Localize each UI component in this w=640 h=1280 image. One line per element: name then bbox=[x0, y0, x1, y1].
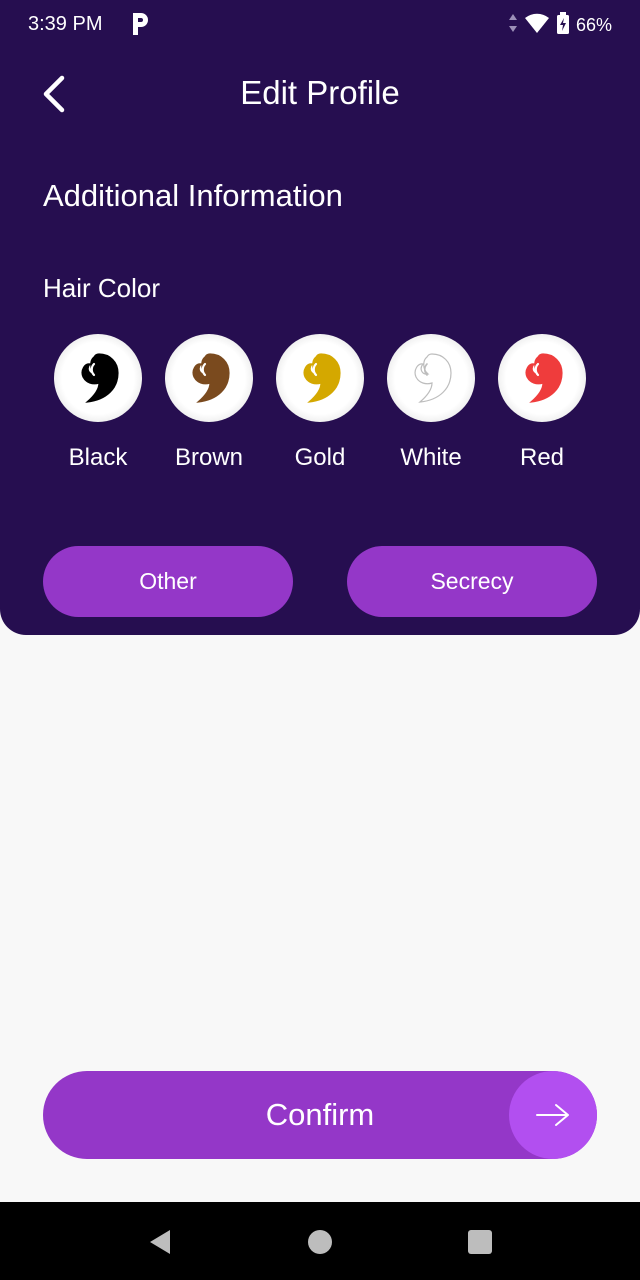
hair-color-swatch[interactable] bbox=[165, 334, 253, 422]
hair-icon bbox=[192, 353, 230, 403]
hair-color-option-brown[interactable]: Brown bbox=[164, 334, 254, 472]
nav-back-icon[interactable] bbox=[140, 1222, 180, 1262]
battery-charging-icon bbox=[556, 12, 570, 39]
hair-icon bbox=[525, 353, 563, 403]
hair-color-label: Hair Color bbox=[43, 273, 161, 303]
hair-icon bbox=[303, 353, 341, 403]
section-title: Additional Information bbox=[43, 178, 343, 213]
hair-icon bbox=[81, 353, 119, 403]
hair-color-swatch[interactable] bbox=[387, 334, 475, 422]
hair-color-option-black[interactable]: Black bbox=[53, 334, 143, 472]
parking-app-icon bbox=[128, 11, 152, 37]
wifi-icon bbox=[524, 12, 550, 39]
arrow-right-icon[interactable] bbox=[509, 1071, 597, 1159]
secrecy-button-label: Secrecy bbox=[430, 568, 514, 594]
hair-color-label-brown: Brown bbox=[174, 444, 244, 471]
page-title: Edit Profile bbox=[240, 74, 400, 111]
hair-color-label-black: Black bbox=[68, 444, 128, 471]
status-bar: 3:39 PM 66% bbox=[0, 0, 640, 50]
battery-percentage: 66% bbox=[575, 15, 612, 35]
hair-color-option-red[interactable]: Red bbox=[497, 334, 587, 472]
status-indicators: 66% bbox=[508, 12, 612, 39]
hair-color-label-red: Red bbox=[519, 444, 565, 471]
nav-home-icon[interactable] bbox=[300, 1222, 340, 1262]
other-button[interactable]: Other bbox=[43, 546, 293, 617]
hair-color-swatch[interactable] bbox=[498, 334, 586, 422]
hair-color-label-white: White bbox=[400, 444, 462, 471]
hair-color-option-gold[interactable]: Gold bbox=[275, 334, 365, 472]
data-arrows-icon bbox=[508, 13, 518, 38]
hair-color-swatch[interactable] bbox=[54, 334, 142, 422]
system-navigation-bar bbox=[0, 1202, 640, 1280]
status-time: 3:39 PM bbox=[28, 13, 103, 35]
confirm-button[interactable]: Confirm bbox=[43, 1071, 597, 1159]
hair-color-option-white[interactable]: White bbox=[386, 334, 476, 472]
hair-icon bbox=[414, 353, 452, 403]
profile-header-panel: 3:39 PM 66% Edit Profile Additional Info… bbox=[0, 0, 640, 635]
hair-color-options: Black Brown Gold White Red bbox=[53, 334, 593, 484]
hair-color-swatch[interactable] bbox=[276, 334, 364, 422]
nav-recents-icon[interactable] bbox=[460, 1222, 500, 1262]
hair-color-label-gold: Gold bbox=[294, 444, 346, 471]
app-header: Edit Profile bbox=[0, 60, 640, 130]
other-button-label: Other bbox=[139, 568, 197, 594]
secrecy-button[interactable]: Secrecy bbox=[347, 546, 597, 617]
